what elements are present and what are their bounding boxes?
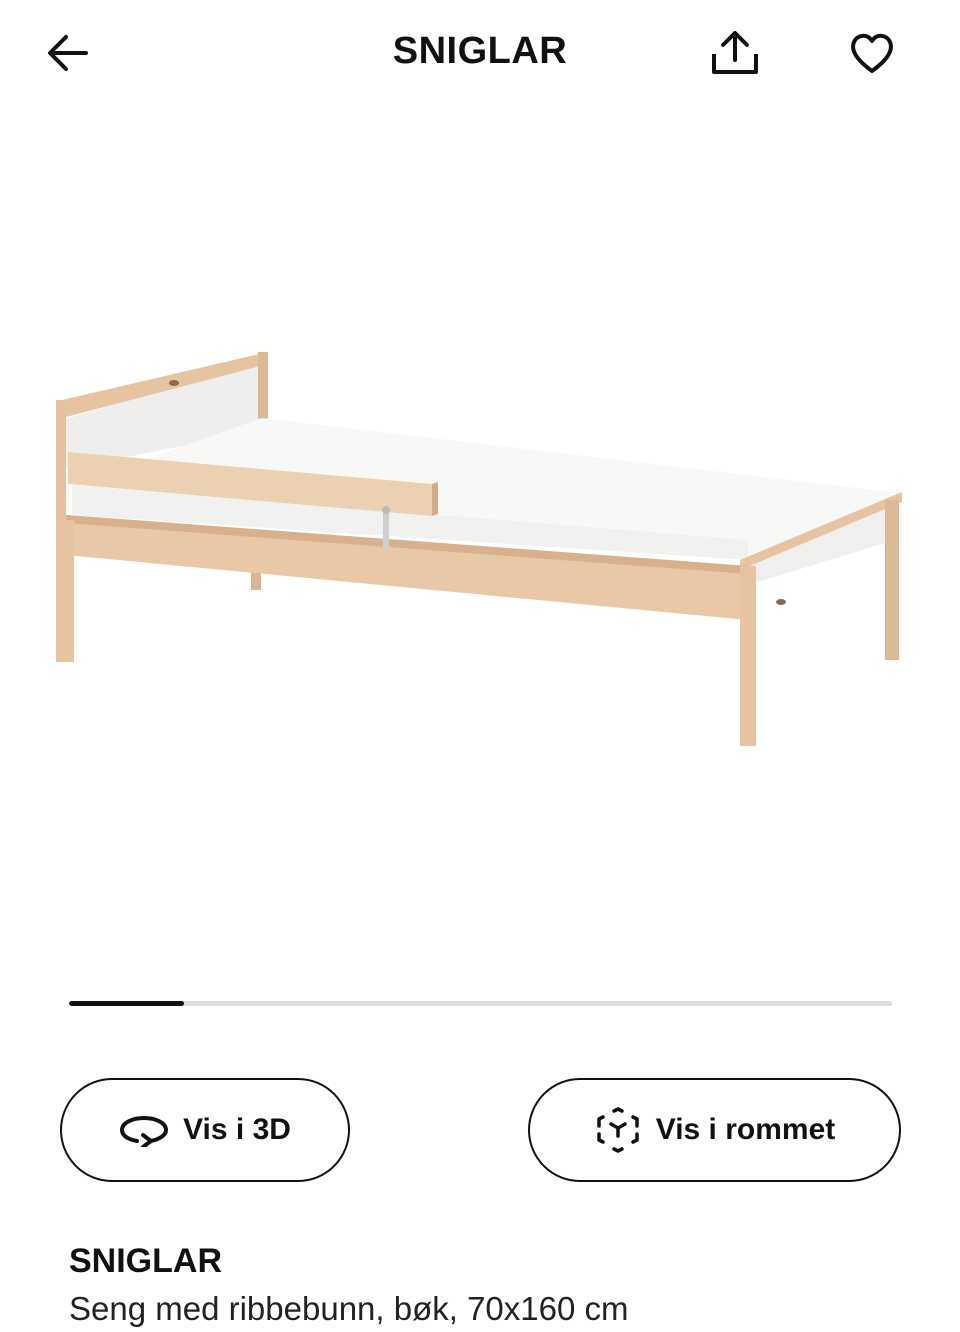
rotate-3d-icon [120,1115,169,1147]
favorite-button[interactable] [840,21,904,85]
ar-cube-icon [596,1107,639,1153]
image-carousel-progress [69,1001,892,1006]
share-icon [712,31,758,74]
heart-icon [851,33,893,73]
product-name: SNIGLAR [69,1242,222,1280]
product-image[interactable] [0,300,960,770]
view-3d-label: Vis i 3D [183,1113,291,1146]
page-title: SNIGLAR [392,30,568,72]
top-bar: SNIGLAR [0,0,960,110]
view-in-room-button[interactable]: Vis i rommet [528,1078,901,1182]
share-button[interactable] [703,21,767,85]
product-description: Seng med ribbebunn, bøk, 70x160 cm [69,1290,629,1327]
view-3d-button[interactable]: Vis i 3D [60,1078,350,1182]
view-in-room-label: Vis i rommet [655,1113,836,1146]
progress-indicator [69,1001,185,1006]
